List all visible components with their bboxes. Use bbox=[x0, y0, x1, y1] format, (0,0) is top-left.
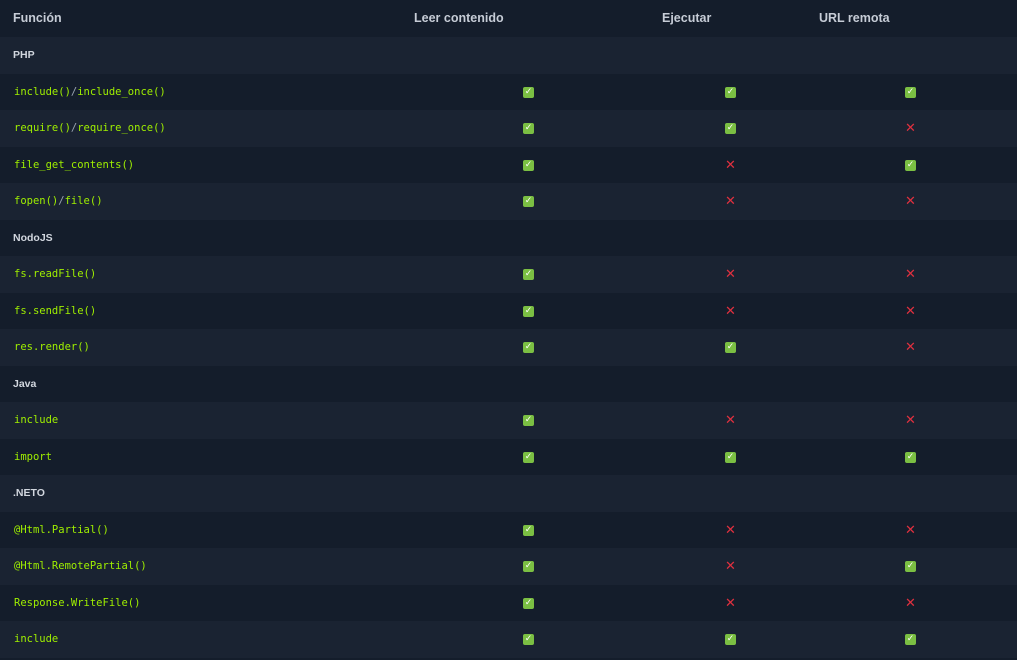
check-mark-icon: ✓ bbox=[725, 342, 736, 353]
function-code: @Html.RemotePartial() bbox=[14, 560, 147, 572]
check-mark-icon: ✓ bbox=[523, 305, 534, 317]
check-mark-icon: ✓ bbox=[523, 415, 534, 426]
check-mark-icon: ✓ bbox=[523, 561, 534, 572]
function-code: Response.WriteFile() bbox=[14, 596, 141, 609]
check-mark-icon: ✓ bbox=[905, 634, 916, 645]
function-code: include bbox=[14, 414, 59, 426]
function-code: file() bbox=[64, 195, 103, 207]
function-name: fs.sendFile() bbox=[14, 305, 96, 317]
cross-mark-icon: ✕ bbox=[905, 303, 916, 319]
section-row: .NETO bbox=[0, 475, 1017, 512]
check-mark-icon: ✓ bbox=[523, 524, 534, 536]
function-name: @Html.Partial() bbox=[14, 524, 109, 536]
cross-mark-icon: ✕ bbox=[725, 303, 736, 319]
function-name: include bbox=[14, 414, 58, 426]
table-row: require()/require_once() ✓ ✓ ✕ bbox=[0, 110, 1017, 147]
check-mark-icon: ✓ bbox=[905, 561, 916, 572]
function-code: import bbox=[14, 450, 52, 463]
cross-mark-icon: ✕ bbox=[725, 267, 736, 282]
section-label: Java bbox=[13, 377, 37, 390]
header-function: Función bbox=[13, 11, 62, 25]
header-remote-url: URL remota bbox=[819, 11, 890, 25]
function-name: file_get_contents() bbox=[14, 159, 134, 171]
function-code: fs.sendFile() bbox=[14, 304, 97, 317]
table-row: file_get_contents() ✓ ✕ ✓ bbox=[0, 146, 1017, 183]
section-label: NodoJS bbox=[13, 231, 53, 244]
check-mark-icon: ✓ bbox=[905, 86, 916, 98]
function-code: res.render() bbox=[14, 341, 90, 353]
table-row: fopen()/file() ✓ ✕ ✕ bbox=[0, 183, 1017, 220]
function-code: include bbox=[14, 633, 59, 645]
check-mark-icon: ✓ bbox=[905, 159, 916, 171]
cross-mark-icon: ✕ bbox=[905, 522, 916, 538]
section-label: .NETO bbox=[13, 487, 45, 499]
check-mark-icon: ✓ bbox=[523, 597, 534, 609]
section-row: PHP bbox=[0, 37, 1017, 74]
check-mark-icon: ✓ bbox=[523, 123, 534, 134]
function-name: res.render() bbox=[14, 341, 90, 353]
function-code: fopen() bbox=[14, 195, 59, 207]
check-mark-icon: ✓ bbox=[725, 123, 736, 134]
check-mark-icon: ✓ bbox=[725, 634, 736, 645]
table-row: res.render() ✓ ✓ ✕ bbox=[0, 329, 1017, 366]
check-mark-icon: ✓ bbox=[523, 634, 534, 645]
cross-mark-icon: ✕ bbox=[905, 194, 916, 209]
function-code: @Html.Partial() bbox=[14, 523, 109, 536]
cross-mark-icon: ✕ bbox=[725, 157, 736, 173]
function-name: include()/include_once() bbox=[14, 86, 166, 98]
check-mark-icon: ✓ bbox=[523, 159, 534, 171]
function-code: require_once() bbox=[77, 122, 166, 134]
function-name: include bbox=[14, 633, 58, 645]
table-row: fs.readFile() ✓ ✕ ✕ bbox=[0, 256, 1017, 293]
function-name: fs.readFile() bbox=[14, 268, 96, 280]
function-name: @Html.RemotePartial() bbox=[14, 560, 147, 572]
cross-mark-icon: ✕ bbox=[725, 559, 736, 574]
table-body: PHP include()/include_once() ✓ ✓ ✓ require()/… bbox=[0, 37, 1017, 658]
check-mark-icon: ✓ bbox=[905, 451, 916, 463]
table-row: include ✓ ✓ ✓ bbox=[0, 621, 1017, 658]
function-code: include_once() bbox=[77, 85, 166, 98]
check-mark-icon: ✓ bbox=[725, 451, 736, 463]
cross-mark-icon: ✕ bbox=[725, 413, 736, 428]
table-row: import ✓ ✓ ✓ bbox=[0, 438, 1017, 475]
function-code: file_get_contents() bbox=[14, 158, 135, 171]
table-row: @Html.RemotePartial() ✓ ✕ ✓ bbox=[0, 548, 1017, 585]
check-mark-icon: ✓ bbox=[523, 86, 534, 98]
check-mark-icon: ✓ bbox=[523, 269, 534, 280]
section-label: PHP bbox=[13, 49, 35, 61]
check-mark-icon: ✓ bbox=[523, 196, 534, 207]
function-capability-table: Función Leer contenido Ejecutar URL remo… bbox=[0, 0, 1017, 658]
check-mark-icon: ✓ bbox=[523, 451, 534, 463]
cross-mark-icon: ✕ bbox=[905, 121, 916, 136]
table-row: include ✓ ✕ ✕ bbox=[0, 402, 1017, 439]
cross-mark-icon: ✕ bbox=[905, 340, 916, 355]
section-row: Java bbox=[0, 365, 1017, 402]
cross-mark-icon: ✕ bbox=[725, 522, 736, 538]
function-code: require() bbox=[14, 122, 71, 134]
table-row: @Html.Partial() ✓ ✕ ✕ bbox=[0, 511, 1017, 548]
table-header: Función Leer contenido Ejecutar URL remo… bbox=[0, 0, 1017, 37]
header-execute: Ejecutar bbox=[662, 11, 712, 25]
cross-mark-icon: ✕ bbox=[905, 413, 916, 428]
cross-mark-icon: ✕ bbox=[905, 267, 916, 282]
function-name: require()/require_once() bbox=[14, 122, 166, 134]
table-row: Response.WriteFile() ✓ ✕ ✕ bbox=[0, 584, 1017, 621]
header-read-content: Leer contenido bbox=[414, 11, 504, 25]
table-row: include()/include_once() ✓ ✓ ✓ bbox=[0, 73, 1017, 110]
table-row: fs.sendFile() ✓ ✕ ✕ bbox=[0, 292, 1017, 329]
cross-mark-icon: ✕ bbox=[725, 194, 736, 209]
cross-mark-icon: ✕ bbox=[905, 595, 916, 611]
cross-mark-icon: ✕ bbox=[725, 595, 736, 611]
function-code: fs.readFile() bbox=[14, 268, 97, 280]
function-name: fopen()/file() bbox=[14, 195, 103, 207]
function-name: Response.WriteFile() bbox=[14, 597, 140, 609]
function-name: import bbox=[14, 451, 52, 463]
check-mark-icon: ✓ bbox=[725, 86, 736, 98]
section-row: NodoJS bbox=[0, 219, 1017, 256]
check-mark-icon: ✓ bbox=[523, 342, 534, 353]
function-code: include() bbox=[14, 85, 71, 98]
